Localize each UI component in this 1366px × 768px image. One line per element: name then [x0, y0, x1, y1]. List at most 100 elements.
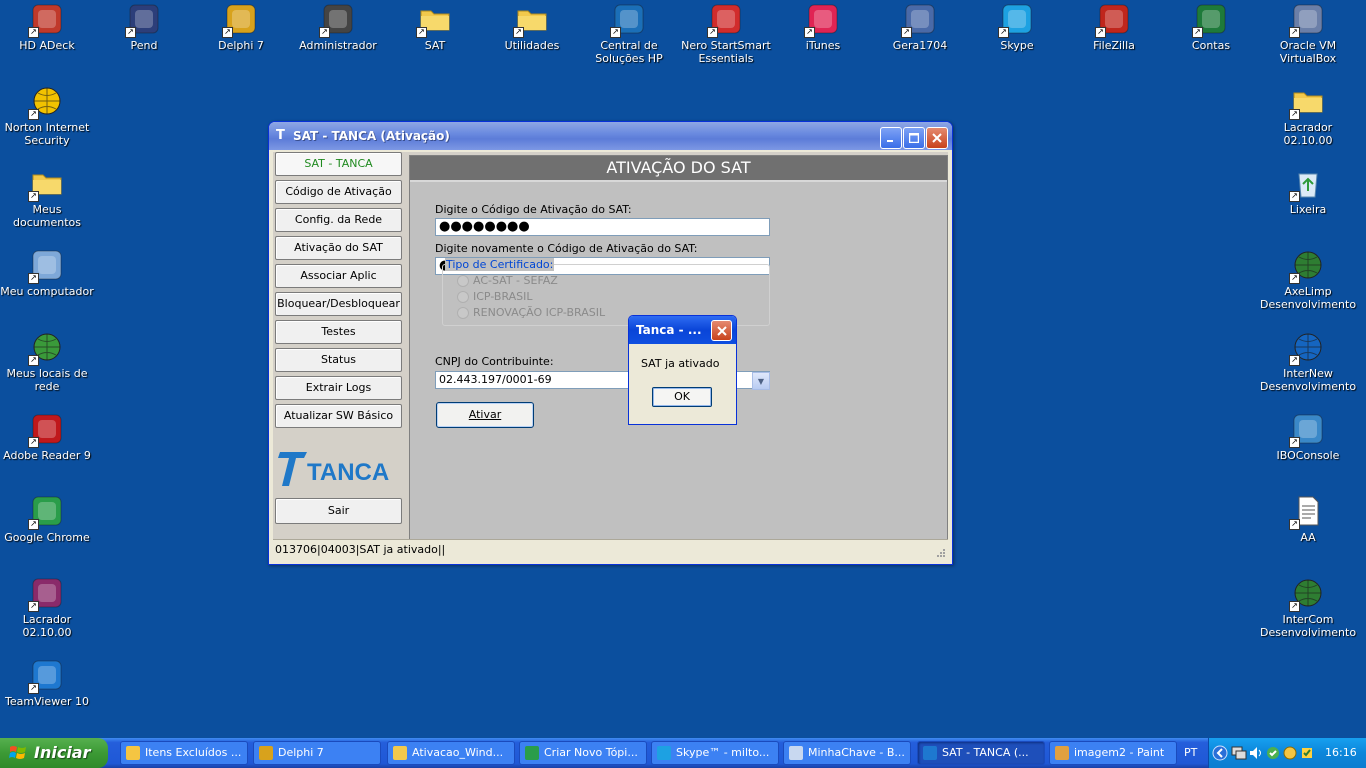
skype-icon: ↗	[998, 2, 1034, 38]
task-app-icon	[657, 746, 671, 760]
dialog-ok-button[interactable]: OK	[652, 387, 712, 407]
desktop-icon-pend[interactable]: ↗ Pend	[96, 2, 192, 52]
resize-grip-icon[interactable]	[935, 547, 946, 558]
hp-icon: ↗	[610, 2, 646, 38]
window-titlebar[interactable]: T SAT - TANCA (Ativação)	[269, 122, 952, 150]
folder-icon: ↗	[513, 2, 549, 38]
cert-option-acsat[interactable]: AC-SAT - SEFAZ	[457, 274, 558, 287]
nav-associar-aplic[interactable]: Associar Aplic Comercial	[275, 264, 402, 304]
nav-testes[interactable]: Testes	[275, 320, 402, 344]
desktop-icon-contas[interactable]: ↗ Contas	[1163, 2, 1259, 52]
desktop-icon-meus-documentos[interactable]: ↗ Meus documentos	[0, 166, 95, 229]
nav-config-rede[interactable]: Config. da Rede	[275, 208, 402, 232]
norton-tray-icon[interactable]	[1283, 746, 1297, 760]
desktop-icon-label: Meus documentos	[13, 203, 81, 229]
desktop-icon-meus-locais-de-rede[interactable]: ↗ Meus locais de rede	[0, 330, 95, 393]
taskbar-button[interactable]: MinhaChave - B...	[783, 741, 911, 765]
desktop-icon-label: Norton Internet Security	[4, 121, 90, 147]
window-title: SAT - TANCA (Ativação)	[293, 129, 450, 143]
chevron-down-icon[interactable]: ▼	[752, 372, 770, 390]
dialog-close-button[interactable]	[711, 320, 732, 341]
desktop-icon-axelimp-desenvolvimento[interactable]: ↗ AxeLimp Desenvolvimento	[1260, 248, 1356, 311]
minimize-button[interactable]	[880, 127, 902, 149]
desktop-icon-hd-adeck[interactable]: ↗ HD ADeck	[0, 2, 95, 52]
radio-button-icon	[457, 274, 469, 287]
start-button[interactable]: Iniciar	[0, 738, 108, 768]
desktop-icon-lacrador-02-10-00[interactable]: ↗ Lacrador 02.10.00	[1260, 84, 1356, 147]
volume-tray-icon[interactable]	[1249, 746, 1263, 760]
activation-code-input[interactable]: ●●●●●●●●	[435, 218, 770, 236]
taskbar-button[interactable]: Itens Excluídos ...	[120, 741, 248, 765]
nav-sat-tanca[interactable]: SAT - TANCA	[275, 152, 402, 176]
clock[interactable]: 16:16	[1325, 746, 1357, 759]
desktop-icon-lixeira[interactable]: ↗ Lixeira	[1260, 166, 1356, 216]
security-tray-icon[interactable]	[1300, 746, 1314, 760]
documents-icon: ↗	[28, 166, 64, 202]
nav-ativacao-sat[interactable]: Ativação do SAT	[275, 236, 402, 260]
taskbar-button[interactable]: Delphi 7	[253, 741, 381, 765]
shortcut-arrow-icon: ↗	[28, 683, 39, 694]
taskbar-button-label: Delphi 7	[278, 746, 324, 759]
taskbar-button-label: imagem2 - Paint	[1074, 746, 1165, 759]
taskbar-button[interactable]: Criar Novo Tópi...	[519, 741, 647, 765]
svg-text:TANCA: TANCA	[307, 459, 389, 486]
radio-button-icon	[457, 290, 469, 303]
activate-button[interactable]: Ativar	[436, 402, 534, 428]
desktop-icon-nero-startsmart-essentials[interactable]: ↗ Nero StartSmart Essentials	[678, 2, 774, 65]
desktop-icon-gera1704[interactable]: ↗ Gera1704	[872, 2, 968, 52]
desktop-icon-intercom-desenvolvimento[interactable]: ↗ InterCom Desenvolvimento	[1260, 576, 1356, 639]
desktop-icon-teamviewer-10[interactable]: ↗ TeamViewer 10	[0, 658, 95, 708]
desktop-icon-label: Utilidades	[504, 39, 560, 52]
desktop-icon-administrador[interactable]: ↗ Administrador	[290, 2, 386, 52]
cert-option-renovacao[interactable]: RENOVAÇÃO ICP-BRASIL	[457, 306, 605, 319]
pdf-icon: ↗	[28, 412, 64, 448]
recycle-bin-icon: ↗	[1289, 166, 1325, 202]
desktop-icon-utilidades[interactable]: ↗ Utilidades	[484, 2, 580, 52]
nero-icon: ↗	[707, 2, 743, 38]
taskbar-button-label: Skype™ - milto...	[676, 746, 770, 759]
desktop-icon-aa[interactable]: ↗ AA	[1260, 494, 1356, 544]
maximize-button[interactable]	[903, 127, 925, 149]
task-app-icon	[525, 746, 539, 760]
desktop-icon-delphi-7[interactable]: ↗ Delphi 7	[193, 2, 289, 52]
taskbar-button[interactable]: imagem2 - Paint	[1049, 741, 1177, 765]
network-tray-icon[interactable]	[1231, 746, 1247, 760]
shortcut-arrow-icon: ↗	[513, 27, 524, 38]
task-app-icon	[126, 746, 140, 760]
desktop-icon-meu-computador[interactable]: ↗ Meu computador	[0, 248, 95, 298]
nav-codigo-ativacao[interactable]: Código de Ativação	[275, 180, 402, 204]
dialog-titlebar[interactable]: Tanca - ...	[629, 316, 736, 344]
desktop-icon-internew-desenvolvimento[interactable]: ↗ InterNew Desenvolvimento	[1260, 330, 1356, 393]
shortcut-arrow-icon: ↗	[125, 27, 136, 38]
nav-atualizar-sw[interactable]: Atualizar SW Básico	[275, 404, 402, 428]
exit-button[interactable]: Sair	[275, 498, 402, 524]
tray-expand-icon[interactable]	[1212, 745, 1228, 761]
desktop-icon-itunes[interactable]: ↗ iTunes	[775, 2, 871, 52]
desktop-icon-sat[interactable]: ↗ SAT	[387, 2, 483, 52]
desktop-icon-google-chrome[interactable]: ↗ Google Chrome	[0, 494, 95, 544]
desktop-icon-lacrador-02-10-00[interactable]: ↗ Lacrador 02.10.00	[0, 576, 95, 639]
nav-extrair-logs[interactable]: Extrair Logs	[275, 376, 402, 400]
close-icon	[932, 133, 942, 143]
desktop-icon-skype[interactable]: ↗ Skype	[969, 2, 1065, 52]
panel-title: ATIVAÇÃO DO SAT	[410, 156, 947, 182]
window-body: SAT - TANCA Código de Ativação Config. d…	[273, 152, 948, 560]
nav-bloquear[interactable]: Bloquear/Desbloquear	[275, 292, 402, 316]
connection-tray-icon[interactable]	[1266, 746, 1280, 760]
taskbar-button[interactable]: Ativacao_Wind...	[387, 741, 515, 765]
cert-option-icp[interactable]: ICP-BRASIL	[457, 290, 533, 303]
desktop-icon-oracle-vm-virtualbox[interactable]: ↗ Oracle VM VirtualBox	[1260, 2, 1356, 65]
virtualbox-icon: ↗	[1289, 2, 1325, 38]
taskbar-button[interactable]: Skype™ - milto...	[651, 741, 779, 765]
desktop-icon-adobe-reader-9[interactable]: ↗ Adobe Reader 9	[0, 412, 95, 462]
taskbar-button-label: Criar Novo Tópi...	[544, 746, 638, 759]
desktop-icon-filezilla[interactable]: ↗ FileZilla	[1066, 2, 1162, 52]
desktop-icon-central-de-solu-es-hp[interactable]: ↗ Central de Soluções HP	[581, 2, 677, 65]
close-button[interactable]	[926, 127, 948, 149]
desktop-icon-iboconsole[interactable]: ↗ IBOConsole	[1260, 412, 1356, 462]
shortcut-arrow-icon: ↗	[28, 519, 39, 530]
language-indicator[interactable]: PT	[1184, 746, 1197, 759]
taskbar-button[interactable]: SAT - TANCA (...	[917, 741, 1045, 765]
desktop-icon-norton-internet-security[interactable]: ↗ Norton Internet Security	[0, 84, 95, 147]
nav-status[interactable]: Status	[275, 348, 402, 372]
